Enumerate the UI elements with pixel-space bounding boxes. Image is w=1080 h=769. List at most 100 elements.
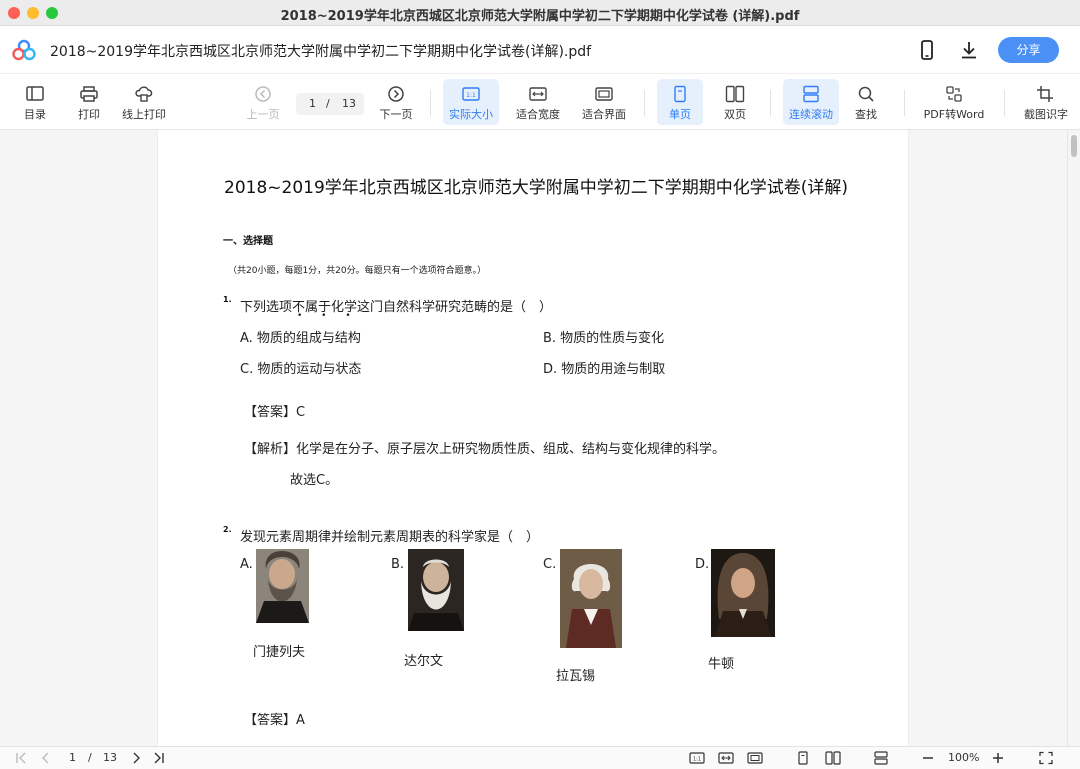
ocr-label: 截图识字 [1024,108,1068,121]
ocr-button[interactable]: 截图识字 [1018,79,1074,125]
answer-label: 【答案】 [244,405,297,420]
online-print-label: 线上打印 [122,108,166,121]
next-page-button[interactable]: 下一页 [375,79,417,125]
share-button[interactable]: 分享 [998,37,1059,63]
last-page-icon[interactable] [151,751,167,765]
analysis-line: 【解析】化学是在分子、原子层次上研究物质性质、组成、结构与变化规律的科学。 [244,438,725,457]
status-bar: 1 / 13 1:1 100% [0,746,1080,769]
toolbar-divider [430,90,431,116]
page-separator: / [326,97,330,110]
caption-lavoisier: 拉瓦锡 [556,669,596,684]
analysis-text: 化学是在分子、原子层次上研究物质性质、组成、结构与变化规律的科学。 [296,442,726,457]
question-text: 发现元素周期律并绘制元素周期表的科学家是（ ） [240,530,540,545]
window-title: 2018~2019学年北京西城区北京师范大学附属中学初二下学期期中化学试卷 (详… [280,9,800,24]
section-title: 一、选择题 [223,236,273,247]
mobile-icon[interactable] [915,38,939,62]
caption-mendeleev: 门捷列夫 [253,645,306,660]
fullscreen-icon[interactable] [1038,751,1054,765]
double-page-label: 双页 [724,108,746,121]
prev-page-button[interactable]: 上一页 [243,79,283,125]
fit-width-icon[interactable] [718,751,734,765]
page-indicator[interactable]: 1 / 13 [296,93,364,115]
single-page-label: 单页 [669,108,691,121]
app-header: 2018~2019学年北京西城区北京师范大学附属中学初二下学期期中化学试卷(详解… [0,26,1080,74]
find-button[interactable]: 查找 [846,79,886,125]
question-text: 下列选项不属于化学这门自然科学研究范畴的是（ ） [240,300,553,315]
continuous-scroll-icon[interactable] [873,751,889,765]
portrait-lavoisier-image [560,549,622,648]
fit-page-icon[interactable] [747,751,763,765]
toc-button[interactable]: 目录 [16,79,54,125]
zoom-level[interactable]: 100% [948,751,979,764]
analysis-label: 【解析】 [244,442,297,457]
option-a-letter: A. [240,557,253,572]
cloud-print-icon [135,86,153,102]
double-page-icon[interactable] [825,751,841,765]
current-page: 1 [309,97,316,110]
online-print-button[interactable]: 线上打印 [118,79,170,125]
next-page-label: 下一页 [379,108,413,121]
double-page-icon [725,85,745,103]
single-page-icon [674,85,686,103]
actual-size-button[interactable]: 1:1 实际大小 [443,79,499,125]
print-label: 打印 [78,108,100,121]
emphasis-dots: • • • [297,311,359,321]
fit-width-icon [529,87,547,101]
toolbar-divider [770,90,771,116]
total-pages: 13 [342,97,356,110]
pdf-page: 2018~2019学年北京西城区北京师范大学附属中学初二下学期期中化学试卷(详解… [157,130,909,746]
conclusion-text: 故选C。 [290,473,339,488]
download-icon[interactable] [957,38,981,62]
answer-line: 【答案】C [244,401,305,420]
toolbar-divider [644,90,645,116]
zoom-out-icon[interactable] [920,751,936,765]
toolbar-divider [1004,90,1005,116]
section-note: （共20小题，每题1分，共20分。每题只有一个选项符合题意。） [228,266,487,276]
first-page-icon[interactable] [14,751,30,765]
print-button[interactable]: 打印 [70,79,108,125]
option-b-letter: B. [391,557,405,572]
fit-width-button[interactable]: 适合宽度 [510,79,566,125]
document-title: 2018~2019学年北京西城区北京师范大学附属中学初二下学期期中化学试卷(详解… [224,178,849,198]
prev-page-icon[interactable] [38,751,54,765]
pdf-to-word-label: PDF转Word [923,108,985,121]
question-number: 1. [223,295,232,304]
pdf-to-word-icon [946,86,962,102]
option-d-letter: D. [695,557,710,572]
window-titlebar: 2018~2019学年北京西城区北京师范大学附属中学初二下学期期中化学试卷 (详… [0,0,1080,26]
caption-darwin: 达尔文 [404,654,444,669]
option-c: C. 物质的运动与状态 [240,362,362,377]
continuous-scroll-icon [803,85,819,103]
app-logo-icon [12,39,36,61]
actual-size-icon: 1:1 [462,87,480,101]
chevron-left-circle-icon [255,86,271,102]
document-viewport[interactable]: 2018~2019学年北京西城区北京师范大学附属中学初二下学期期中化学试卷(详解… [0,130,1080,746]
status-current-page[interactable]: 1 [69,751,76,764]
prev-page-label: 上一页 [246,108,280,121]
fit-page-button[interactable]: 适合界面 [576,79,632,125]
toolbar: 目录 打印 线上打印 上一页 1 / 13 下一页 1:1 实际大小 适合宽度 … [0,74,1080,130]
toc-label: 目录 [24,108,46,121]
double-page-button[interactable]: 双页 [712,79,758,125]
option-b: B. 物质的性质与变化 [543,331,665,346]
actual-size-icon[interactable]: 1:1 [689,751,705,765]
continuous-scroll-label: 连续滚动 [789,108,833,121]
pdf-to-word-button[interactable]: PDF转Word [918,79,990,125]
single-page-icon[interactable] [795,751,811,765]
status-actual-size-text: 1:1 [693,757,701,763]
zoom-in-icon[interactable] [990,751,1006,765]
file-name: 2018~2019学年北京西城区北京师范大学附属中学初二下学期期中化学试卷(详解… [50,44,592,60]
next-page-icon[interactable] [128,751,144,765]
scrollbar-thumb[interactable] [1071,135,1077,157]
status-page-separator: / [88,751,92,764]
question-number: 2. [223,525,232,534]
option-c-letter: C. [543,557,557,572]
vertical-scrollbar[interactable] [1067,130,1080,746]
caption-newton: 牛顿 [708,657,735,672]
single-page-button[interactable]: 单页 [657,79,703,125]
answer-value: A [296,713,305,728]
actual-size-label: 实际大小 [449,108,493,121]
chevron-right-circle-icon [388,86,404,102]
portrait-mendeleev-image [256,549,309,623]
continuous-scroll-button[interactable]: 连续滚动 [783,79,839,125]
